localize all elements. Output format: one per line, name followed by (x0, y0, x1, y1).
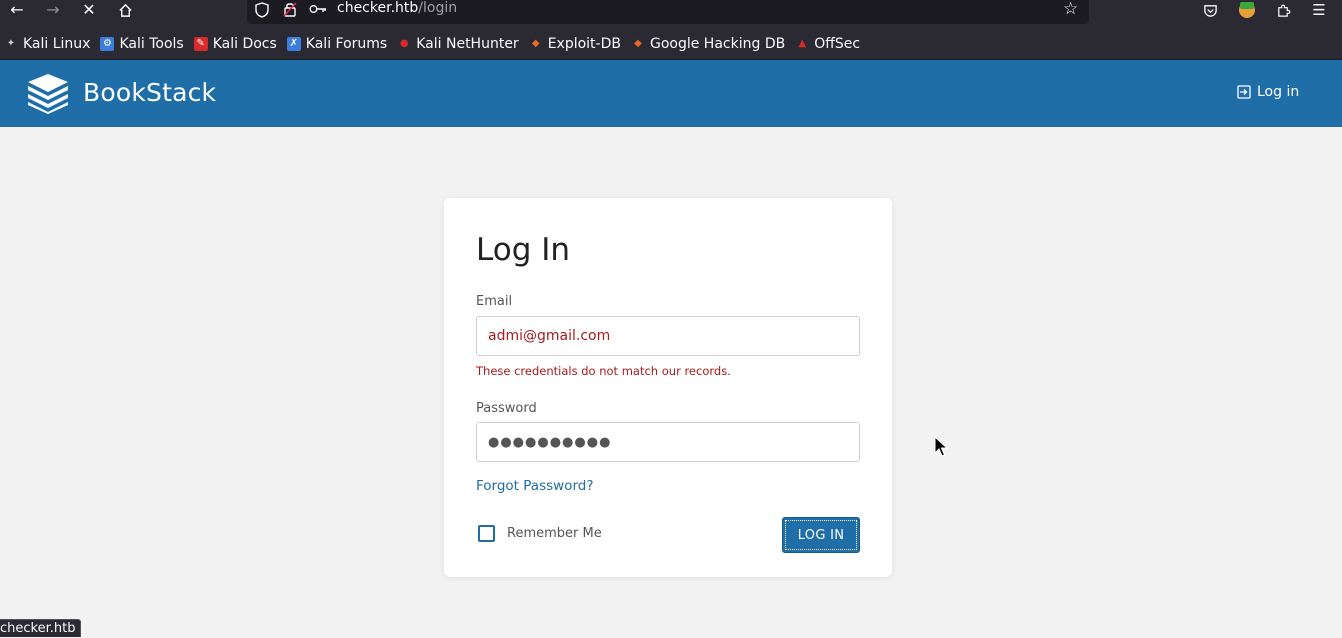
mouse-cursor-icon (934, 436, 948, 457)
back-button[interactable]: ← (3, 0, 31, 20)
kali-dragon-icon: ✦ (6, 37, 16, 49)
password-label: Password (476, 401, 537, 416)
url-host: checker.htb (337, 0, 419, 16)
remember-me[interactable]: Remember Me (478, 525, 602, 542)
browser-toolbar: ← → ✕ checker.htb/login ☆ ☰ (0, 0, 1342, 28)
kali-docs-icon: ✎ (193, 36, 208, 51)
login-button[interactable]: LOG IN (782, 517, 860, 553)
status-bar: checker.htb (0, 619, 82, 637)
kali-tools-icon: ⚙ (100, 36, 115, 51)
key-icon (309, 5, 326, 13)
bookmark-label: Kali Tools (119, 35, 184, 52)
close-icon: ✕ (82, 0, 96, 19)
bookmark-kali-tools[interactable]: ⚙ Kali Tools (96, 28, 189, 60)
extensions-button[interactable] (1269, 0, 1297, 20)
burp-extension-icon (1239, 2, 1255, 18)
page-title: Log In (476, 232, 571, 268)
login-icon (1237, 85, 1251, 99)
stop-button[interactable]: ✕ (75, 0, 103, 20)
bookmark-exploit-db[interactable]: ◆ Exploit-DB (525, 28, 627, 60)
remember-me-label: Remember Me (507, 526, 602, 541)
hamburger-menu-icon: ☰ (1312, 1, 1326, 19)
bookmark-kali-linux[interactable]: ✦ Kali Linux (0, 28, 96, 60)
back-arrow-icon: ← (10, 0, 24, 19)
header-login-link[interactable]: Log in (1237, 84, 1299, 100)
home-icon (118, 3, 132, 17)
bookmark-kali-forums[interactable]: ✗ Kali Forums (283, 28, 393, 60)
pocket-button[interactable] (1196, 0, 1224, 20)
home-button[interactable] (111, 0, 139, 20)
password-masked-value: ●●●●●●●●●● (488, 434, 612, 450)
app-name[interactable]: BookStack (83, 78, 216, 107)
pocket-icon (1203, 4, 1217, 17)
nethunter-icon: ● (399, 37, 409, 49)
extension-burp-button[interactable] (1233, 0, 1261, 20)
bookmark-label: Kali NetHunter (416, 35, 519, 52)
app-header: BookStack Log in (0, 60, 1342, 127)
puzzle-icon (1277, 4, 1290, 17)
bookmark-label: OffSec (814, 35, 861, 52)
shield-icon (255, 2, 269, 18)
kali-forums-icon: ✗ (286, 36, 301, 51)
url-text[interactable]: checker.htb/login (337, 0, 457, 16)
bookmark-kali-nethunter[interactable]: ● Kali NetHunter (393, 28, 524, 60)
offsec-icon: ▲ (798, 37, 807, 49)
bookmark-offsec[interactable]: ▲ OffSec (791, 28, 866, 60)
bookmark-label: Exploit-DB (547, 35, 621, 52)
header-login-label: Log in (1257, 84, 1300, 100)
email-error-message: These credentials do not match our recor… (476, 364, 731, 378)
bookmark-google-hacking-db[interactable]: ◆ Google Hacking DB (627, 28, 791, 60)
url-path: /login (418, 0, 458, 16)
menu-button[interactable]: ☰ (1305, 0, 1333, 20)
password-field[interactable]: ●●●●●●●●●● (476, 422, 860, 462)
bookstack-logo-icon[interactable] (26, 74, 70, 114)
ghdb-icon: ◆ (634, 37, 642, 49)
lock-insecure-icon (283, 2, 297, 17)
bookmark-label: Kali Forums (305, 35, 388, 52)
exploitdb-icon: ◆ (531, 37, 540, 49)
email-field[interactable] (476, 316, 860, 356)
bookmark-label: Google Hacking DB (649, 35, 786, 52)
forgot-password-link[interactable]: Forgot Password? (476, 478, 594, 494)
remember-me-checkbox[interactable] (478, 525, 495, 542)
url-bar[interactable]: checker.htb/login ☆ (247, 0, 1089, 24)
bookmark-star-icon[interactable]: ☆ (1063, 0, 1078, 19)
bookmark-label: Kali Docs (212, 35, 277, 52)
login-card: Log In Email These credentials do not ma… (444, 198, 892, 577)
bookmark-label: Kali Linux (23, 35, 91, 52)
forward-arrow-icon: → (46, 0, 60, 19)
email-label: Email (476, 294, 513, 309)
bookmarks-bar: ✦ Kali Linux ⚙ Kali Tools ✎ Kali Docs ✗ … (0, 28, 1342, 60)
forward-button[interactable]: → (39, 0, 67, 20)
bookmark-kali-docs[interactable]: ✎ Kali Docs (190, 28, 283, 60)
